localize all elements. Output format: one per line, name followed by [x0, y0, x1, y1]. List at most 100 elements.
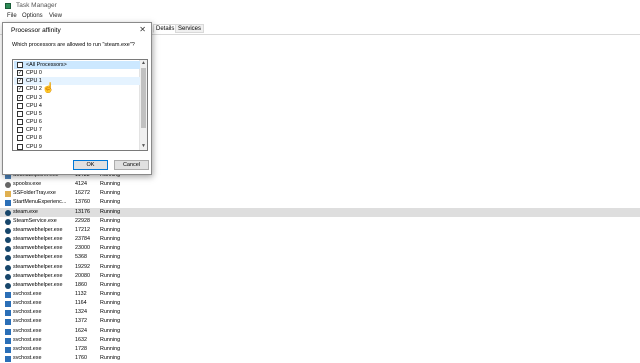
- hand-cursor-icon: ☝: [42, 83, 55, 94]
- steam-icon: [5, 282, 11, 289]
- table-row[interactable]: steamwebhelper.exe 23784 Running: [0, 235, 640, 244]
- checkbox[interactable]: [17, 143, 23, 150]
- table-row[interactable]: steamwebhelper.exe 23000 Running: [0, 244, 640, 253]
- process-status: Running: [100, 290, 121, 297]
- processor-list-item[interactable]: CPU 4: [14, 102, 140, 110]
- process-status: Running: [100, 181, 121, 188]
- processor-listbox[interactable]: ▲ ▼ <All Processors> ✓ CPU 0 ✓ CPU 1 ✓ CPU 2 ✓ C…: [12, 59, 148, 151]
- processor-label: CPU 1: [26, 78, 42, 85]
- table-row[interactable]: SSFolderTray.exe 16272 Running: [0, 189, 640, 198]
- checkbox[interactable]: ✓: [17, 78, 23, 85]
- process-status: Running: [100, 208, 121, 215]
- processor-list-item[interactable]: ✓ CPU 2: [14, 85, 140, 93]
- windows-icon: [5, 301, 11, 308]
- process-status: Running: [100, 345, 121, 352]
- start-icon: [5, 200, 11, 207]
- process-name: steamwebhelper.exe: [13, 272, 63, 279]
- table-row[interactable]: steamwebhelper.exe 20080 Running: [0, 272, 640, 281]
- processor-list-item[interactable]: ✓ CPU 3: [14, 94, 140, 102]
- process-status: Running: [100, 318, 121, 325]
- processor-list-item[interactable]: <All Processors>: [14, 61, 140, 70]
- table-row[interactable]: SteamService.exe 22928 Running: [0, 217, 640, 226]
- process-status: Running: [100, 217, 121, 224]
- close-icon[interactable]: ✕: [139, 25, 146, 34]
- checkbox[interactable]: [17, 62, 23, 68]
- checkbox[interactable]: ✓: [17, 70, 23, 77]
- table-row[interactable]: StartMenuExperienc... 13760 Running: [0, 198, 640, 207]
- table-row[interactable]: svchost.exe 1632 Running: [0, 336, 640, 345]
- processor-label: CPU 5: [26, 110, 42, 117]
- listbox-scrollbar[interactable]: ▲ ▼: [139, 60, 147, 150]
- process-name: svchost.exe: [13, 290, 42, 297]
- processor-list-item[interactable]: CPU 6: [14, 118, 140, 126]
- process-name: steamwebhelper.exe: [13, 263, 63, 270]
- processor-list-item[interactable]: CPU 5: [14, 110, 140, 118]
- ok-button[interactable]: OK: [73, 160, 108, 170]
- process-name: steamwebhelper.exe: [13, 254, 63, 261]
- table-row[interactable]: steamwebhelper.exe 17212 Running: [0, 226, 640, 235]
- checkbox[interactable]: [17, 110, 23, 117]
- process-name: svchost.exe: [13, 345, 42, 352]
- process-pid: 1324: [75, 309, 87, 316]
- tab-details[interactable]: Details: [153, 24, 178, 33]
- table-row[interactable]: steamwebhelper.exe 1860 Running: [0, 281, 640, 290]
- processor-list-item[interactable]: ✓ CPU 0: [14, 69, 140, 77]
- process-name: svchost.exe: [13, 336, 42, 343]
- table-row[interactable]: spoolsv.exe 4124 Running: [0, 180, 640, 189]
- steam-icon: [5, 227, 11, 234]
- scroll-down-icon[interactable]: ▼: [140, 143, 147, 150]
- processor-affinity-dialog: Processor affinity ✕ Which processors ar…: [2, 22, 152, 175]
- steam-icon: [5, 246, 11, 253]
- table-row[interactable]: svchost.exe 1728 Running: [0, 345, 640, 354]
- checkbox[interactable]: ✓: [17, 86, 23, 93]
- table-row[interactable]: svchost.exe 1164 Running: [0, 299, 640, 308]
- process-pid: 16272: [75, 190, 90, 197]
- process-status: Running: [100, 327, 121, 334]
- window-title: Task Manager: [16, 2, 57, 9]
- process-name: svchost.exe: [13, 327, 42, 334]
- windows-icon: [5, 337, 11, 344]
- table-row[interactable]: svchost.exe 1372 Running: [0, 317, 640, 326]
- process-status: Running: [100, 254, 121, 261]
- dialog-question: Which processors are allowed to run "ste…: [12, 42, 135, 48]
- menu-options[interactable]: Options: [22, 13, 43, 19]
- processor-label: CPU 2: [26, 86, 42, 93]
- table-row[interactable]: svchost.exe 1132 Running: [0, 290, 640, 299]
- table-row[interactable]: steam.exe 13176 Running: [0, 207, 640, 217]
- process-pid: 1860: [75, 281, 87, 288]
- checkbox[interactable]: [17, 135, 23, 142]
- processor-list-item[interactable]: CPU 7: [14, 126, 140, 134]
- table-row[interactable]: svchost.exe 1324 Running: [0, 308, 640, 317]
- menu-view[interactable]: View: [49, 13, 62, 19]
- checkbox[interactable]: [17, 119, 23, 126]
- process-name: steamwebhelper.exe: [13, 236, 63, 243]
- process-pid: 5368: [75, 254, 87, 261]
- checkbox[interactable]: ✓: [17, 94, 23, 101]
- processor-list-item[interactable]: ✓ CPU 1: [14, 77, 140, 86]
- steam-icon: [5, 218, 11, 225]
- title-bar: Task Manager: [0, 0, 640, 12]
- table-row[interactable]: svchost.exe 1624 Running: [0, 327, 640, 336]
- task-manager-icon: [5, 3, 11, 9]
- process-pid: 17212: [75, 226, 90, 233]
- scroll-thumb[interactable]: [141, 68, 146, 128]
- table-row[interactable]: steamwebhelper.exe 19292 Running: [0, 263, 640, 272]
- process-name: steam.exe: [13, 208, 38, 215]
- steam-icon: [5, 273, 11, 280]
- processor-list-item[interactable]: CPU 9: [14, 143, 140, 151]
- process-name: StartMenuExperienc...: [13, 199, 67, 206]
- table-row[interactable]: svchost.exe 1760 Running: [0, 354, 640, 363]
- menu-file[interactable]: File: [7, 13, 17, 19]
- processor-list-item[interactable]: CPU 8: [14, 134, 140, 142]
- process-name: svchost.exe: [13, 318, 42, 325]
- process-pid: 20080: [75, 272, 90, 279]
- process-status: Running: [100, 263, 121, 270]
- process-name: spoolsv.exe: [13, 181, 42, 188]
- steam-icon: [5, 264, 11, 271]
- checkbox[interactable]: [17, 102, 23, 109]
- table-row[interactable]: steamwebhelper.exe 5368 Running: [0, 253, 640, 262]
- checkbox[interactable]: [17, 127, 23, 134]
- scroll-up-icon[interactable]: ▲: [140, 60, 147, 67]
- cancel-button[interactable]: Cancel: [114, 160, 149, 170]
- tab-services[interactable]: Services: [175, 24, 205, 33]
